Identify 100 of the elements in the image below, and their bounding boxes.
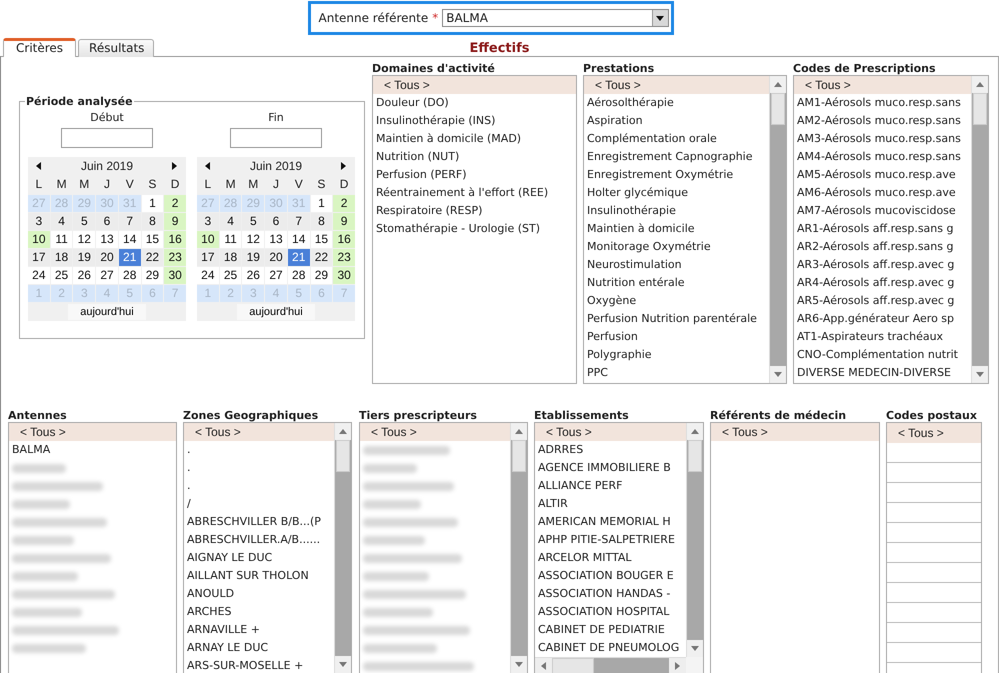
- list-box[interactable]: < Tous > . . . / ABRESCHVILLER B/B...(P ABRESCHVILLER.A/B...... AIGNAY LE DUC AILLANT SUR THOLON ANOULD ARCHES ARNAVILLE + ARNAY LE DUC ARS-SUR-MOSELLE +: [183, 422, 352, 673]
- calendar-day[interactable]: 24: [197, 267, 219, 284]
- calendar-day[interactable]: 7: [118, 213, 141, 230]
- list-option[interactable]: PPC: [584, 364, 769, 382]
- list-option[interactable]: AR1-Aérosols aff.resp.sans g: [794, 220, 971, 238]
- calendar-day[interactable]: 11: [50, 231, 72, 248]
- list-option[interactable]: AM1-Aérosols muco.resp.sans: [794, 94, 971, 112]
- calendar-day[interactable]: 2: [333, 195, 355, 212]
- calendar-day[interactable]: 4: [220, 213, 242, 230]
- list-option[interactable]: CABINET DE PNEUMOLOG: [535, 639, 686, 657]
- calendar-day[interactable]: 20: [96, 249, 118, 266]
- list-option[interactable]: Aspiration: [584, 112, 769, 130]
- calendar-day[interactable]: 12: [242, 231, 264, 248]
- vertical-scrollbar[interactable]: [334, 423, 351, 673]
- vertical-scrollbar[interactable]: [769, 76, 786, 383]
- list-option[interactable]: CABINET DE PEDIATRIE: [535, 621, 686, 639]
- list-option[interactable]: < Tous >: [794, 76, 971, 94]
- calendar-day[interactable]: 25: [50, 267, 72, 284]
- list-option[interactable]: AR3-Aérosols aff.resp.avec g: [794, 256, 971, 274]
- list-option[interactable]: .: [184, 459, 334, 477]
- list-option[interactable]: AM2-Aérosols muco.resp.sans: [794, 112, 971, 130]
- calendar-day[interactable]: 28: [118, 267, 141, 284]
- list-option[interactable]: Polygraphie: [584, 346, 769, 364]
- tab[interactable]: Critères: [3, 38, 76, 57]
- calendar-day[interactable]: 27: [96, 267, 118, 284]
- list-option[interactable]: < Tous >: [887, 423, 981, 443]
- calendar-day[interactable]: 8: [310, 213, 332, 230]
- list-option[interactable]: AMERICAN MEMORIAL H: [535, 513, 686, 531]
- calendar-day[interactable]: 1: [142, 195, 164, 212]
- calendar-day[interactable]: 2: [164, 195, 186, 212]
- list-option[interactable]: < Tous >: [9, 423, 176, 441]
- list-option[interactable]: < Tous >: [535, 423, 686, 441]
- list-option[interactable]: AR2-Aérosols aff.resp.sans g: [794, 238, 971, 256]
- list-option[interactable]: .: [184, 477, 334, 495]
- calendar-day[interactable]: 22: [310, 249, 332, 266]
- list-option[interactable]: ASSOCIATION HOSPITAL: [535, 603, 686, 621]
- list-option[interactable]: AM3-Aérosols muco.resp.sans: [794, 130, 971, 148]
- calendar-day[interactable]: 19: [73, 249, 96, 266]
- list-option[interactable]: Douleur (DO): [373, 94, 576, 112]
- list-option[interactable]: < Tous >: [360, 423, 510, 441]
- calendar-day[interactable]: 16: [333, 231, 355, 248]
- today-button[interactable]: aujourd'hui: [237, 304, 315, 320]
- calendar-day[interactable]: 3: [197, 213, 219, 230]
- calendar-day[interactable]: 10: [28, 231, 50, 248]
- calendar-day[interactable]: 23: [333, 249, 355, 266]
- list-option[interactable]: ALLIANCE PERF: [535, 477, 686, 495]
- list-option[interactable]: ALTIR: [535, 495, 686, 513]
- date-field[interactable]: [230, 128, 322, 148]
- calendar-day[interactable]: 18: [220, 249, 242, 266]
- calendar-day[interactable]: 13: [265, 231, 287, 248]
- list-option[interactable]: Nutrition (NUT): [373, 148, 576, 166]
- list-option[interactable]: ABRESCHVILLER B/B...(P: [184, 513, 334, 531]
- calendar-day[interactable]: 28: [288, 267, 310, 284]
- list-box[interactable]: < Tous > BALMA: [8, 422, 177, 673]
- previous-month-icon[interactable]: [36, 162, 42, 170]
- calendar-day[interactable]: 21: [118, 249, 141, 266]
- list-option[interactable]: ASSOCIATION BOUGER E: [535, 567, 686, 585]
- list-option[interactable]: ANOULD: [184, 585, 334, 603]
- calendar-day[interactable]: 17: [197, 249, 219, 266]
- list-option[interactable]: ARS-SUR-MOSELLE +: [184, 657, 334, 673]
- list-option[interactable]: ARNAVILLE +: [184, 621, 334, 639]
- calendar-day[interactable]: 24: [28, 267, 50, 284]
- calendar-day[interactable]: 21: [288, 249, 310, 266]
- calendar-day[interactable]: 5: [73, 213, 96, 230]
- list-option[interactable]: Oxygène: [584, 292, 769, 310]
- list-option[interactable]: Maintien à domicile (MAD): [373, 130, 576, 148]
- calendar-day[interactable]: 8: [142, 213, 164, 230]
- tab[interactable]: Résultats: [78, 39, 154, 57]
- calendar-day[interactable]: 15: [310, 231, 332, 248]
- list-option[interactable]: AT1-Aspirateurs trachéaux: [794, 328, 971, 346]
- list-option[interactable]: < Tous >: [584, 76, 769, 94]
- calendar-day[interactable]: 29: [142, 267, 164, 284]
- calendar-day[interactable]: 11: [220, 231, 242, 248]
- date-field[interactable]: [61, 128, 153, 148]
- calendar-day[interactable]: 7: [288, 213, 310, 230]
- list-box[interactable]: < Tous >: [359, 422, 528, 673]
- previous-month-icon[interactable]: [205, 162, 211, 170]
- calendar-day[interactable]: 29: [310, 267, 332, 284]
- list-box[interactable]: [534, 422, 704, 673]
- calendar-day[interactable]: 16: [164, 231, 186, 248]
- calendar-day[interactable]: 26: [242, 267, 264, 284]
- list-option[interactable]: Enregistrement Oxymétrie: [584, 166, 769, 184]
- calendar-day[interactable]: 20: [265, 249, 287, 266]
- list-option[interactable]: AM5-Aérosols muco.resp.ave: [794, 166, 971, 184]
- calendar-day[interactable]: 4: [50, 213, 72, 230]
- list-option[interactable]: Aérosolthérapie: [584, 94, 769, 112]
- list-option[interactable]: AM4-Aérosols muco.resp.sans: [794, 148, 971, 166]
- list-option[interactable]: CNO-Complémentation nutrit: [794, 346, 971, 364]
- calendar-day[interactable]: 18: [50, 249, 72, 266]
- list-box[interactable]: < Tous > Douleur (DO) Insulinothérapie (INS) Maintien à domicile (MAD) Nutrition (NUT) Perfusion (PERF) Réentrainement à l'effort (REE) Respiratoire (RESP) Stomathérapie - Urologie (ST): [372, 75, 577, 384]
- calendar-day[interactable]: 26: [73, 267, 96, 284]
- calendar-day[interactable]: 15: [142, 231, 164, 248]
- calendar-day[interactable]: 27: [265, 267, 287, 284]
- calendar-day[interactable]: 14: [118, 231, 141, 248]
- calendar-day[interactable]: 6: [265, 213, 287, 230]
- list-box[interactable]: < Tous >: [710, 422, 880, 673]
- list-option[interactable]: Complémentation orale: [584, 130, 769, 148]
- calendar-day[interactable]: 9: [164, 213, 186, 230]
- calendar-day[interactable]: 6: [96, 213, 118, 230]
- list-option[interactable]: AILLANT SUR THOLON: [184, 567, 334, 585]
